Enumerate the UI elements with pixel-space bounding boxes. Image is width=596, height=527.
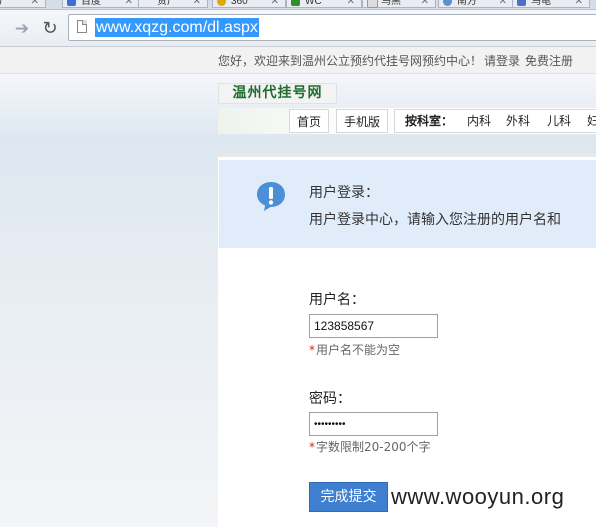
dept-link-surgery[interactable]: 外科: [506, 110, 530, 132]
close-tab-icon[interactable]: ✕: [31, 0, 39, 8]
address-bar[interactable]: www.xqzg.com/dl.aspx: [68, 14, 596, 41]
page-icon: [77, 20, 87, 33]
browser-tab[interactable]: 乌黑 ✕: [362, 0, 436, 8]
browser-tab[interactable]: 乌龟 ✕: [512, 0, 590, 8]
tab-label: 贵广: [157, 0, 177, 7]
url-text[interactable]: www.xqzg.com/dl.aspx: [95, 18, 259, 37]
site-logo[interactable]: 温州代挂号网: [218, 83, 337, 104]
submit-button[interactable]: 完成提交: [309, 482, 388, 512]
tab-label: 360: [231, 0, 248, 7]
close-tab-icon[interactable]: ✕: [347, 0, 355, 8]
browser-tab[interactable]: 百度 ✕: [62, 0, 140, 8]
browser-tab-strip: 贵广 ✕ 百度 ✕ 贵广 ✕ 360 ✕ WC ✕ 乌黑 ✕ 南方 ✕ 乌龟 ✕: [0, 0, 596, 10]
close-tab-icon[interactable]: ✕: [125, 0, 133, 8]
dept-link-pediatrics[interactable]: 儿科: [547, 110, 571, 132]
tab-label: 南方: [457, 0, 477, 7]
favicon-icon: [367, 0, 378, 8]
dept-link-gynecology[interactable]: 妇: [587, 110, 596, 132]
login-info-description: 用户登录中心，请输入您注册的用户名和: [309, 212, 561, 228]
favicon-icon: [67, 0, 76, 6]
username-hint: *用户名不能为空: [309, 341, 400, 358]
username-hint-text: 用户名不能为空: [316, 343, 401, 357]
tab-label: 乌黑: [381, 0, 401, 7]
department-nav-title: 按科室：: [405, 114, 454, 128]
close-tab-icon[interactable]: ✕: [193, 0, 201, 8]
department-nav: 按科室： 内科 外科 儿科 妇: [394, 109, 596, 133]
username-input[interactable]: [309, 314, 438, 338]
tab-label: 乌龟: [531, 0, 551, 7]
nav-home-button[interactable]: 首页: [289, 109, 329, 133]
watermark-text: www.wooyun.org: [391, 484, 565, 509]
dept-link-internal[interactable]: 内科: [467, 110, 491, 132]
back-arrow-icon[interactable]: ➔: [12, 19, 32, 39]
welcome-message: 您好，欢迎来到温州公立预约代挂号网预约中心！: [218, 54, 483, 68]
close-tab-icon[interactable]: ✕: [271, 0, 279, 8]
browser-tab[interactable]: 南方 ✕: [438, 0, 514, 8]
browser-tab[interactable]: 360 ✕: [212, 0, 286, 8]
reload-icon[interactable]: ↻: [40, 19, 60, 39]
browser-toolbar: ➔ ↻ www.xqzg.com/dl.aspx: [0, 10, 596, 47]
browser-tab[interactable]: 贵广 ✕: [138, 0, 208, 8]
close-tab-icon[interactable]: ✕: [499, 0, 507, 8]
password-hint-text: 字数限制20-200个字: [316, 440, 431, 454]
register-link[interactable]: 免费注册: [525, 52, 573, 69]
password-hint: *字数限制20-200个字: [309, 438, 431, 455]
favicon-icon: [443, 0, 452, 6]
tab-label: WC: [305, 0, 322, 7]
favicon-icon: [291, 0, 300, 6]
favicon-icon: [217, 0, 226, 6]
browser-tab[interactable]: WC ✕: [286, 0, 362, 8]
close-tab-icon[interactable]: ✕: [575, 0, 583, 8]
login-link[interactable]: 请登录: [484, 52, 520, 69]
required-star: *: [309, 440, 315, 454]
nav-mobile-button[interactable]: 手机版: [336, 109, 388, 133]
required-star: *: [309, 343, 315, 357]
favicon-icon: [517, 0, 526, 6]
password-input[interactable]: [309, 412, 438, 436]
tab-label: 百度: [81, 0, 101, 7]
site-top-bar: 您好，欢迎来到温州公立预约代挂号网预约中心！ 请登录 免费注册: [0, 47, 596, 74]
browser-tab[interactable]: 贵广 ✕: [0, 0, 46, 8]
login-info-box: 用户登录： 用户登录中心，请输入您注册的用户名和: [219, 160, 596, 248]
login-info-title: 用户登录：: [309, 185, 379, 201]
close-tab-icon[interactable]: ✕: [421, 0, 429, 8]
password-label: 密码：: [309, 391, 351, 407]
username-label: 用户名：: [309, 292, 365, 308]
tab-label: 贵广: [0, 0, 9, 7]
speech-bubble-exclamation-icon: [257, 182, 285, 211]
